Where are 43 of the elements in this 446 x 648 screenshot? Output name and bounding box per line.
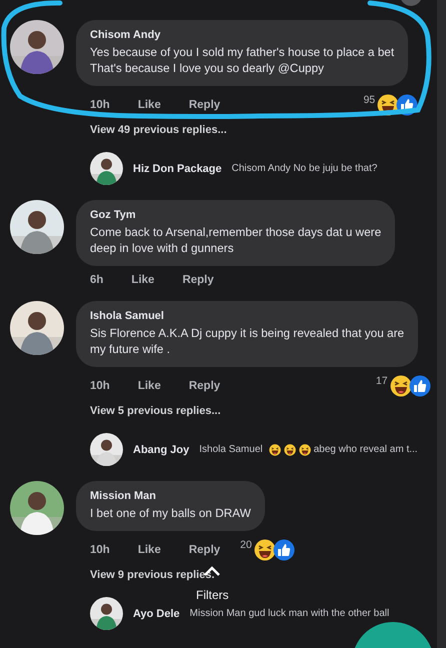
laughing-emoji-icon (284, 444, 296, 456)
like-link[interactable]: Like (138, 380, 161, 392)
reply-text: Chisom Andy No be juju be that? (232, 163, 378, 174)
view-replies-link[interactable]: View 5 previous replies... (90, 405, 421, 417)
laughing-emoji-icon (390, 375, 412, 397)
view-replies-link[interactable]: View 49 previous replies... (90, 124, 408, 136)
comment-time: 10h (90, 99, 110, 111)
like-link[interactable]: Like (131, 274, 154, 286)
comment-time: 6h (90, 274, 104, 286)
reply-link[interactable]: Reply (188, 544, 220, 556)
thumbs-up-icon (396, 94, 418, 116)
laughing-emoji-icon (298, 444, 311, 456)
commenter-name[interactable]: Ishola Samuel (90, 310, 404, 322)
reply-text: Mission Man gud luck man with the other ball (190, 608, 390, 619)
like-link[interactable]: Like (138, 99, 161, 111)
commenter-name[interactable]: Mission Man (90, 490, 251, 502)
filters-label[interactable]: Filters (196, 588, 229, 602)
reply-link[interactable]: Reply (188, 99, 220, 111)
reply-link[interactable]: Reply (182, 274, 214, 286)
reply-text: abeg who reveal am t... (314, 444, 418, 455)
reaction-count[interactable]: 17 (376, 375, 388, 387)
comment-time: 10h (90, 380, 110, 392)
reply-author[interactable]: Hiz Don Package (133, 162, 222, 174)
commenter-name[interactable]: Chisom Andy (90, 29, 394, 41)
commenter-name[interactable]: Goz Tym (90, 209, 382, 221)
laughing-emoji-icon (377, 94, 400, 116)
reply-author[interactable]: Ayo Dele (133, 608, 180, 620)
laughing-emoji-icon (254, 539, 276, 561)
laughing-emoji-icon (268, 444, 281, 456)
reaction-count[interactable]: 95 (363, 94, 376, 106)
comment-text: Yes because of you I sold my father's house to place a bet That's because I love you so dearly @Cuppy (90, 44, 394, 76)
thumbs-up-icon (408, 375, 431, 397)
like-link[interactable]: Like (138, 544, 161, 556)
reply-text: Ishola Samuel (199, 444, 263, 455)
reply-link[interactable]: Reply (188, 380, 220, 392)
comment-text: Sis Florence A.K.A Dj cuppy it is being revealed that you are my future wife . (90, 325, 404, 357)
comment-text: I bet one of my balls on DRAW (90, 505, 251, 521)
reply-author[interactable]: Abang Joy (133, 444, 190, 456)
view-replies-link[interactable]: View 9 previous replies. (90, 569, 392, 581)
reaction-count[interactable]: 20 (240, 539, 252, 551)
comment-text: Come back to Arsenal,remember those days dat u were deep in love with d gunners (90, 224, 382, 256)
thumbs-up-icon (272, 539, 295, 561)
comment-time: 10h (90, 544, 110, 556)
